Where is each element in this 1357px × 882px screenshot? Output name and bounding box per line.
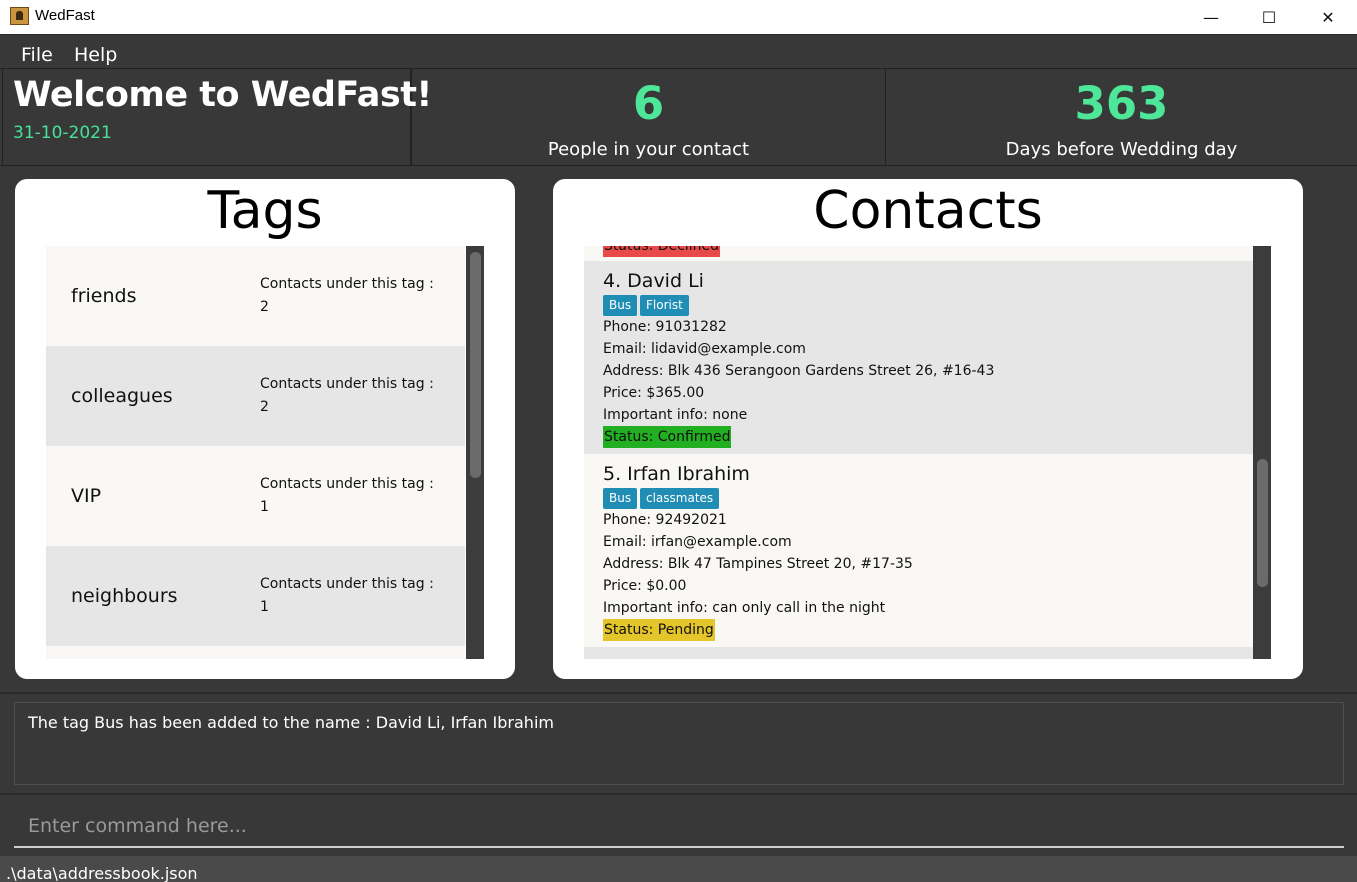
tag-count-label: Contacts under this tag : xyxy=(260,576,434,592)
contact-email: Email: lidavid@example.com xyxy=(603,341,806,357)
divider xyxy=(0,793,1357,795)
contact-card[interactable]: 4. David Li Bus Florist Phone: 91031282 … xyxy=(584,261,1253,454)
minimize-button[interactable]: — xyxy=(1182,0,1240,34)
title-bar: WedFast — ☐ ✕ xyxy=(0,0,1357,34)
save-location: .\data\addressbook.json xyxy=(6,864,198,882)
tag-count: 1 xyxy=(260,599,269,615)
contact-count-stat: 6 People in your contact xyxy=(412,69,886,166)
tags-scrollbar-thumb[interactable] xyxy=(470,252,481,478)
current-date: 31-10-2021 xyxy=(13,123,112,143)
tags-scrollbar[interactable] xyxy=(466,246,484,659)
contact-status: Status: Declined xyxy=(603,246,721,257)
days-left-label: Days before Wedding day xyxy=(1005,139,1238,160)
contact-card[interactable]: 5. Irfan Ibrahim Bus classmates Phone: 9… xyxy=(584,454,1253,647)
days-left-stat: 363 Days before Wedding day xyxy=(886,69,1357,166)
tag-count-label: Contacts under this tag : xyxy=(260,376,434,392)
contacts-scrollbar[interactable] xyxy=(1253,246,1271,659)
tags-panel-title: Tags xyxy=(207,181,323,241)
welcome-title: Welcome to WedFast! xyxy=(13,75,432,115)
contact-tag: classmates xyxy=(640,488,720,509)
contacts-scrollbar-thumb[interactable] xyxy=(1257,459,1268,587)
command-box xyxy=(14,806,1344,848)
contacts-panel: Contacts Status: Declined 4. David Li Bu… xyxy=(553,179,1303,679)
welcome-section: Welcome to WedFast! 31-10-2021 xyxy=(2,69,432,166)
tag-item[interactable]: neighbours Contacts under this tag : 1 xyxy=(46,546,465,646)
result-display[interactable]: The tag Bus has been added to the name :… xyxy=(14,702,1344,785)
contact-status: Status: Confirmed xyxy=(603,426,732,448)
menu-help[interactable]: Help xyxy=(74,44,117,66)
tag-name: neighbours xyxy=(71,585,178,607)
status-bar: .\data\addressbook.json xyxy=(0,856,1357,882)
contact-email: Email: irfan@example.com xyxy=(603,534,792,550)
tags-list[interactable]: friends Contacts under this tag : 2 coll… xyxy=(46,246,466,659)
contact-phone: Phone: 91031282 xyxy=(603,319,727,335)
maximize-button[interactable]: ☐ xyxy=(1240,0,1298,34)
tag-count-label: Contacts under this tag : xyxy=(260,276,434,292)
contact-tag: Bus xyxy=(603,295,638,316)
contact-name: 5. Irfan Ibrahim xyxy=(603,463,750,485)
close-button[interactable]: ✕ xyxy=(1299,0,1357,34)
tag-item[interactable]: friends Contacts under this tag : 2 xyxy=(46,246,465,346)
menu-file[interactable]: File xyxy=(21,44,53,66)
dashboard-header: Welcome to WedFast! 31-10-2021 6 People … xyxy=(0,68,1357,166)
contact-phone: Phone: 92492021 xyxy=(603,512,727,528)
contact-price: Price: $0.00 xyxy=(603,578,687,594)
contact-count-label: People in your contact xyxy=(547,139,750,160)
contact-card-partial[interactable] xyxy=(584,647,1253,659)
contacts-panel-title: Contacts xyxy=(813,181,1043,241)
days-left-value: 363 xyxy=(1074,77,1169,130)
tag-count: 2 xyxy=(260,299,269,315)
maximize-icon: ☐ xyxy=(1261,7,1277,27)
command-input[interactable] xyxy=(14,806,1344,846)
contact-tag: Florist xyxy=(640,295,689,316)
tag-name: colleagues xyxy=(71,385,173,407)
tag-count: 2 xyxy=(260,399,269,415)
tag-name: friends xyxy=(71,285,137,307)
menu-bar: File Help xyxy=(0,34,1357,68)
app-icon xyxy=(10,7,29,25)
contact-address: Address: Blk 436 Serangoon Gardens Stree… xyxy=(603,363,995,379)
tag-item[interactable]: colleagues Contacts under this tag : 2 xyxy=(46,346,465,446)
contact-address: Address: Blk 47 Tampines Street 20, #17-… xyxy=(603,556,913,572)
contact-tag: Bus xyxy=(603,488,638,509)
window-title: WedFast xyxy=(35,7,95,24)
contact-name: 4. David Li xyxy=(603,270,704,292)
result-message: The tag Bus has been added to the name :… xyxy=(28,713,554,732)
tag-count-label: Contacts under this tag : xyxy=(260,476,434,492)
contact-important-info: Important info: none xyxy=(603,407,748,423)
contact-price: Price: $365.00 xyxy=(603,385,705,401)
close-icon: ✕ xyxy=(1321,7,1335,27)
tag-count: 1 xyxy=(260,499,269,515)
tag-name: VIP xyxy=(71,485,102,507)
contact-important-info: Important info: can only call in the nig… xyxy=(603,600,886,616)
tag-item[interactable] xyxy=(46,646,465,659)
tag-item[interactable]: VIP Contacts under this tag : 1 xyxy=(46,446,465,546)
contacts-list[interactable]: Status: Declined 4. David Li Bus Florist… xyxy=(584,246,1253,659)
contact-card-partial[interactable]: Status: Declined xyxy=(584,246,1253,261)
contact-status: Status: Pending xyxy=(603,619,715,641)
tags-panel: Tags friends Contacts under this tag : 2… xyxy=(15,179,515,679)
contact-count-value: 6 xyxy=(632,77,665,130)
divider xyxy=(0,692,1357,694)
minimize-icon: — xyxy=(1203,7,1219,27)
